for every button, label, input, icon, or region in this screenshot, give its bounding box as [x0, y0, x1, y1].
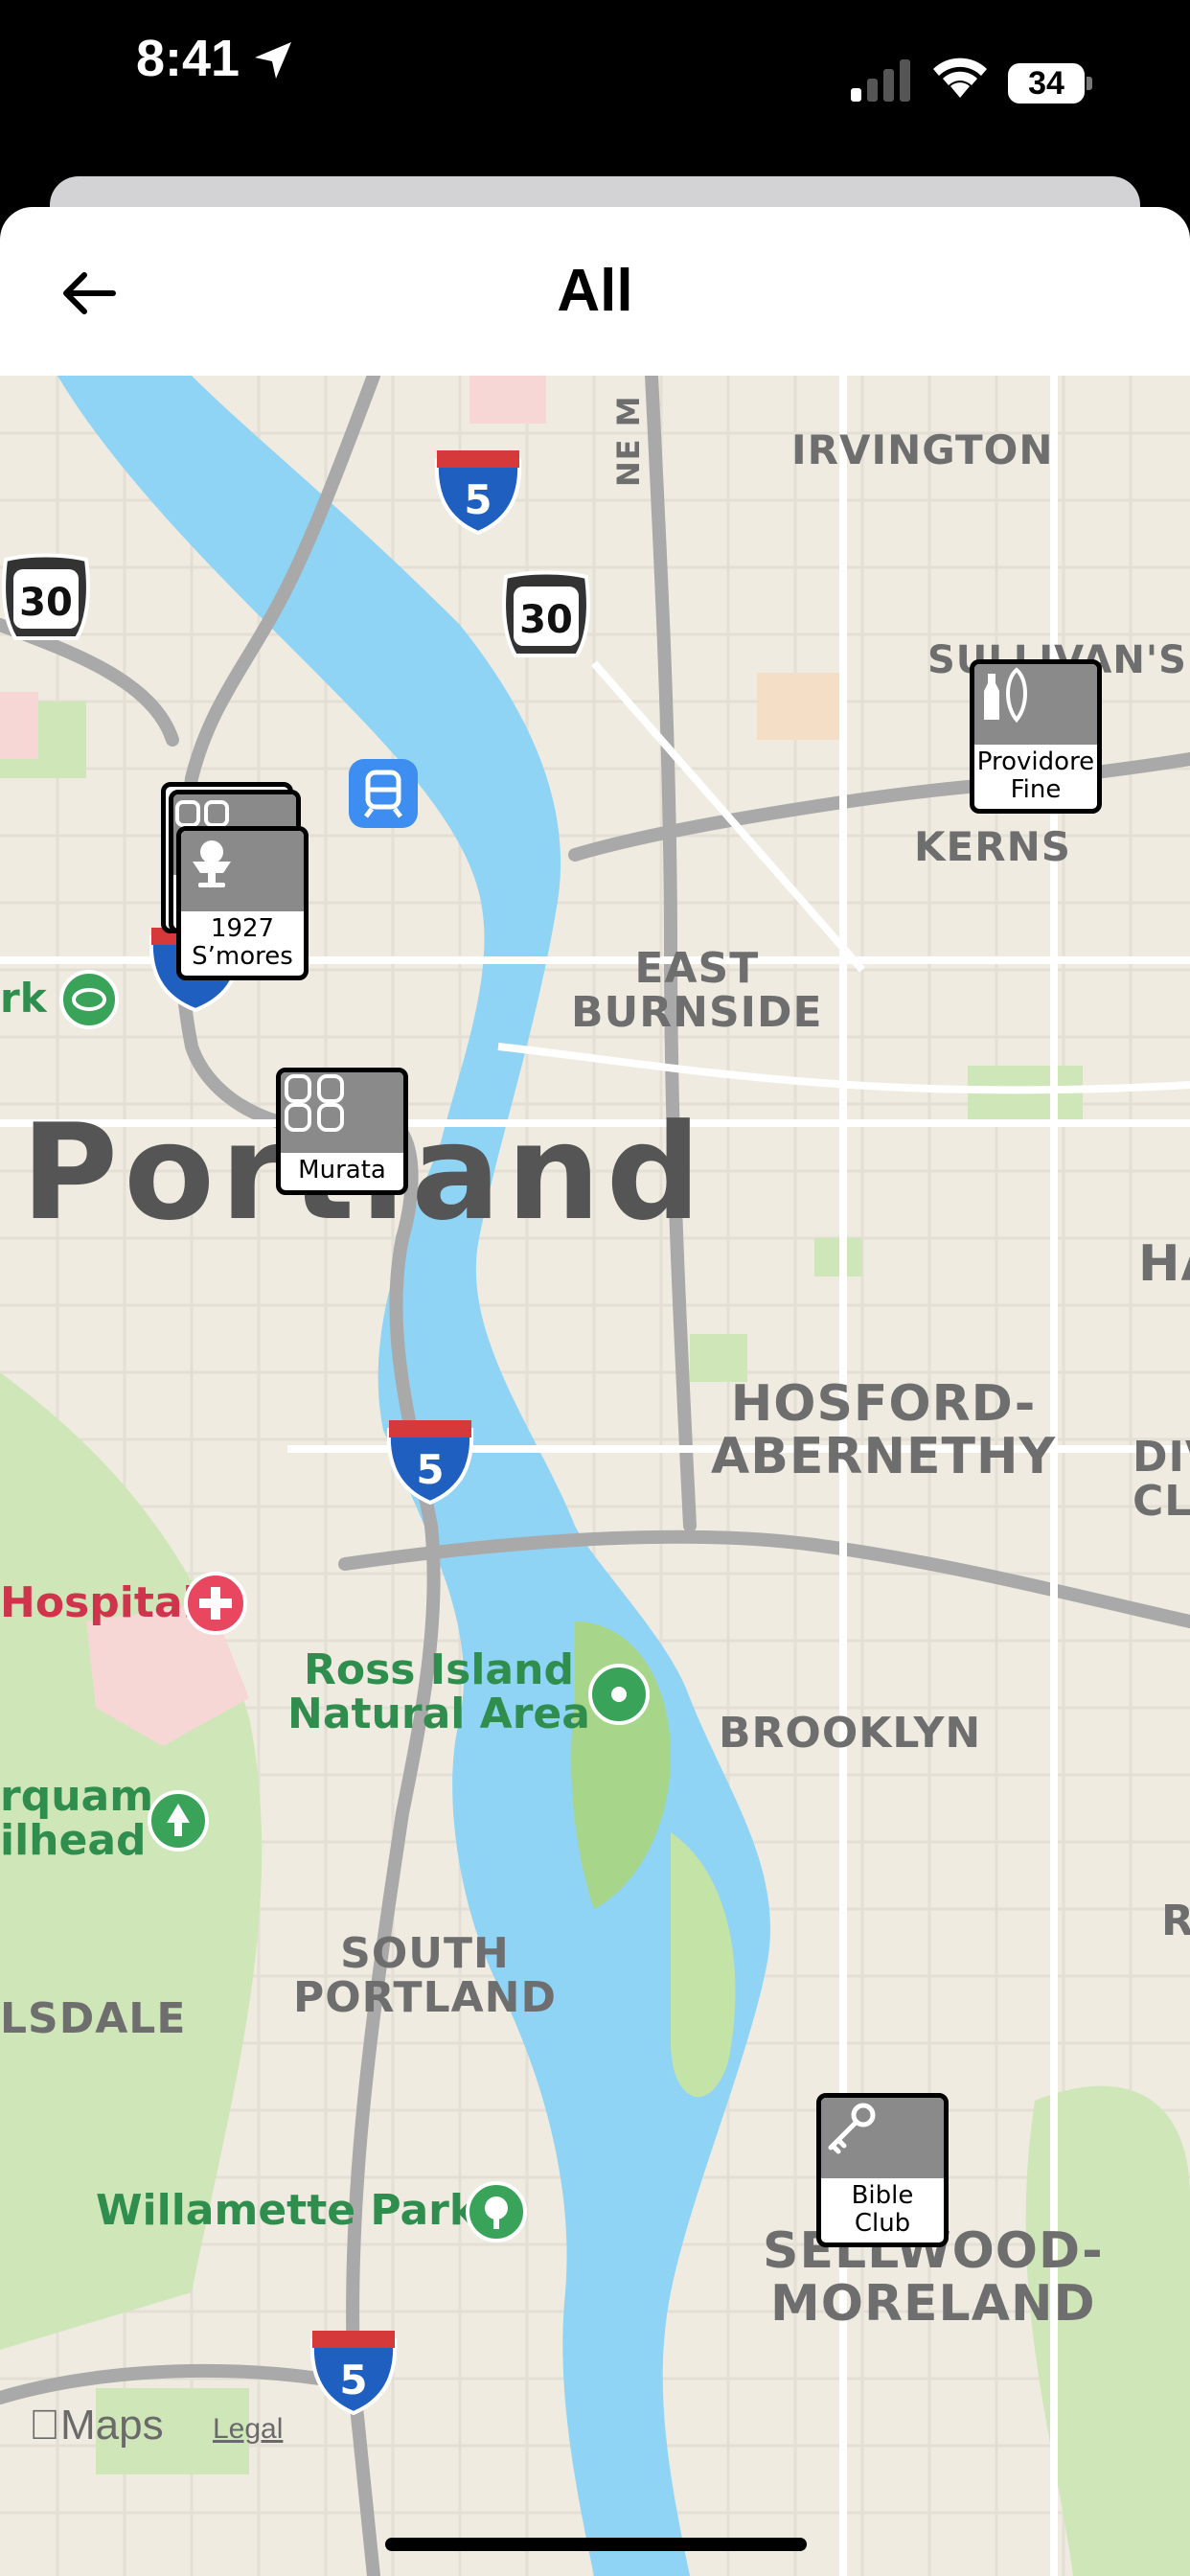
- sushi-icon: [285, 1074, 344, 1132]
- natural-area-icon[interactable]: [588, 1664, 650, 1725]
- status-bar: 8:41 34: [0, 0, 1190, 172]
- kerns-label: KERNS: [914, 823, 1071, 870]
- hospital-icon[interactable]: [184, 1572, 247, 1635]
- irvington-label: IRVINGTON: [791, 426, 1054, 473]
- svg-text:5: 5: [339, 2357, 367, 2404]
- page-title: All: [557, 258, 633, 324]
- ice-cream-icon: [193, 840, 231, 887]
- map-pin-bible-club[interactable]: Bible Club: [816, 2093, 949, 2248]
- pin-label-providore-fine: Providore Fine: [976, 748, 1095, 804]
- brooklyn-label: BROOKLYN: [719, 1709, 982, 1758]
- status-time: 8:41: [136, 30, 240, 87]
- apple-maps-logo: Maps: [29, 2402, 164, 2449]
- map-pin-murata[interactable]: Murata: [276, 1068, 408, 1195]
- wifi-icon: [933, 58, 987, 98]
- map-pin-providore-fine[interactable]: Providore Fine: [970, 659, 1102, 815]
- pin-label-1927-smores: 1927 S’mores: [192, 914, 293, 971]
- battery-level: 34: [1008, 63, 1085, 104]
- park-tree-icon[interactable]: [466, 2181, 527, 2242]
- grocery-icon: [984, 667, 1027, 724]
- svg-text:30: 30: [19, 581, 73, 625]
- hosford-label: HOSFORD- ABERNETHY: [711, 1375, 1057, 1485]
- svg-text:5: 5: [416, 1446, 444, 1493]
- lsdale-label: LSDALE: [0, 1994, 187, 2043]
- hospital-label: Hospital: [0, 1578, 197, 1627]
- marquam-trailhead-label: rquam ilhead: [0, 1772, 154, 1866]
- battery-cap: [1087, 77, 1092, 90]
- park-left-label: rk: [0, 975, 47, 1022]
- svg-text:30: 30: [519, 598, 573, 642]
- div-cl-label: DIV CL: [1133, 1433, 1190, 1527]
- us-30-shield-left: 30: [2, 553, 90, 640]
- svg-text:5: 5: [464, 476, 492, 523]
- location-arrow-icon: [255, 42, 291, 79]
- cellular-signal-icon: [851, 59, 910, 102]
- map-view[interactable]: IRVINGTON SULLIVAN'S KERNS EAST BURNSIDE…: [0, 376, 1190, 2576]
- ha-label: HA: [1138, 1235, 1190, 1293]
- stadium-icon[interactable]: [59, 970, 119, 1029]
- trailhead-icon[interactable]: [148, 1790, 209, 1852]
- interstate-5-shield-bottom: 5: [309, 2331, 398, 2415]
- navigation-header: All: [0, 207, 1190, 376]
- apple-logo-icon: : [29, 2402, 60, 2449]
- home-indicator[interactable]: [385, 2538, 807, 2551]
- ross-island-label: Ross Island Natural Area: [287, 1645, 590, 1739]
- legal-link[interactable]: Legal: [213, 2413, 283, 2446]
- us-30-shield-right: 30: [502, 570, 590, 657]
- train-station-icon[interactable]: [347, 757, 420, 830]
- interstate-5-shield-middle: 5: [386, 1420, 474, 1505]
- pin-label-murata: Murata: [298, 1156, 386, 1184]
- interstate-5-shield-top: 5: [434, 450, 522, 535]
- east-burnside-label: EAST BURNSIDE: [571, 944, 823, 1038]
- willamette-park-label: Willamette Park: [96, 2186, 478, 2235]
- r-label: R: [1161, 1897, 1190, 1945]
- map-pin-1927-smores[interactable]: 1927 S’mores: [176, 826, 309, 981]
- pin-label-bible-club: Bible Club: [851, 2181, 914, 2238]
- ne-m-street-label: NE M: [610, 395, 647, 487]
- key-icon: [828, 2103, 876, 2154]
- south-portland-label: SOUTH PORTLAND: [293, 1929, 558, 2023]
